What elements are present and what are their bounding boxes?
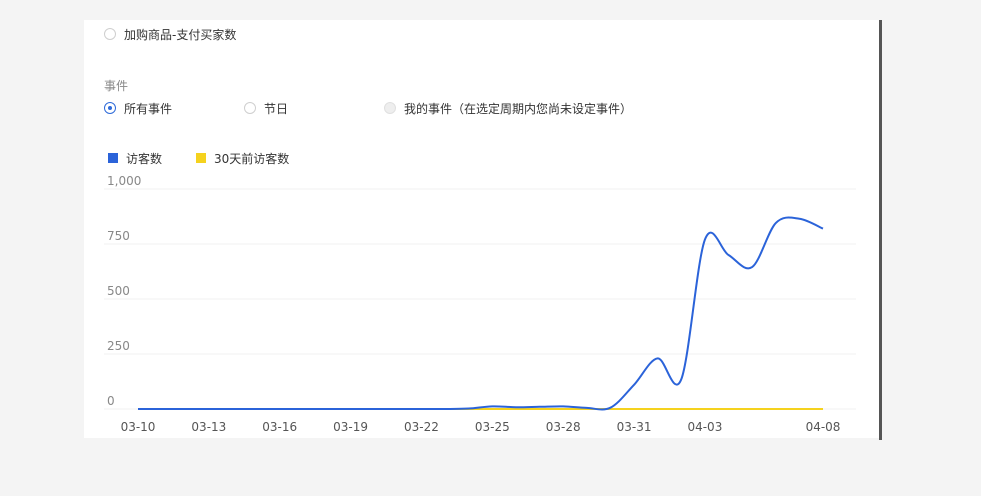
y-tick-label: 750 bbox=[107, 229, 130, 243]
line-chart: 0 250 500 750 1,000 03-10 03-13 03-16 03-19 03-2… bbox=[104, 174, 856, 434]
y-tick-label: 0 bbox=[107, 394, 115, 408]
x-tick-label: 03-25 bbox=[475, 420, 510, 434]
series-line-visitors bbox=[138, 216, 824, 411]
x-tick-label: 03-13 bbox=[191, 420, 226, 434]
x-tick-label: 04-08 bbox=[806, 420, 841, 434]
chart-panel: 加购商品-支付买家数 事件 所有事件 节日 我的事件（在选定周期内您尚未设定事件… bbox=[84, 20, 880, 438]
x-tick-label: 04-03 bbox=[687, 420, 722, 434]
x-tick-label: 03-28 bbox=[546, 420, 581, 434]
y-tick-label: 500 bbox=[107, 284, 130, 298]
x-tick-label: 03-19 bbox=[333, 420, 368, 434]
x-tick-label: 03-16 bbox=[262, 420, 297, 434]
x-tick-label: 03-10 bbox=[121, 420, 156, 434]
x-tick-label: 03-31 bbox=[617, 420, 652, 434]
y-tick-label: 1,000 bbox=[107, 174, 141, 188]
x-tick-label: 03-22 bbox=[404, 420, 439, 434]
panel-scroll-edge bbox=[879, 20, 882, 440]
y-tick-label: 250 bbox=[107, 339, 130, 353]
